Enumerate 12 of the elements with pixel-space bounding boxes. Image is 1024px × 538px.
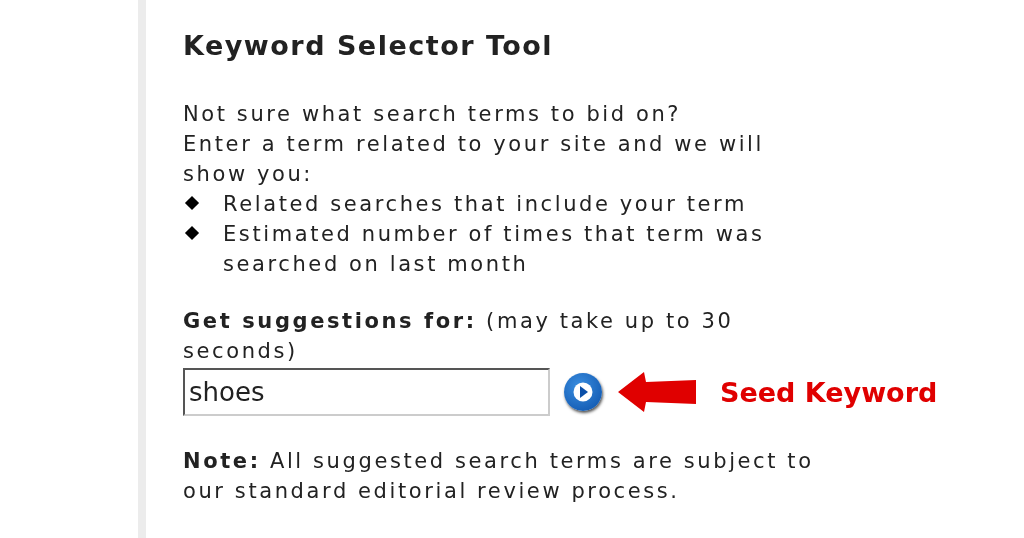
- annotation-label: Seed Keyword: [720, 376, 938, 408]
- keyword-input-field[interactable]: shoes: [183, 368, 550, 416]
- go-button[interactable]: [564, 373, 602, 411]
- bullet-text: Related searches that include your term: [223, 191, 747, 218]
- intro-text: Not sure what search terms to bid on?: [183, 101, 683, 128]
- arrow-icon: [618, 370, 698, 414]
- play-icon: [573, 381, 593, 403]
- suggestions-label: Get suggestions for: (may take up to 30 seconds): [183, 308, 735, 365]
- tool-title: Keyword Selector Tool: [183, 30, 555, 61]
- intro-text: Enter a term related to your site and we will show you:: [183, 131, 765, 188]
- note-text: Note: All suggested search terms are subject to our standard editorial review process.: [183, 448, 815, 505]
- bullet-text: Estimated number of times that term was searched on last month: [223, 221, 766, 278]
